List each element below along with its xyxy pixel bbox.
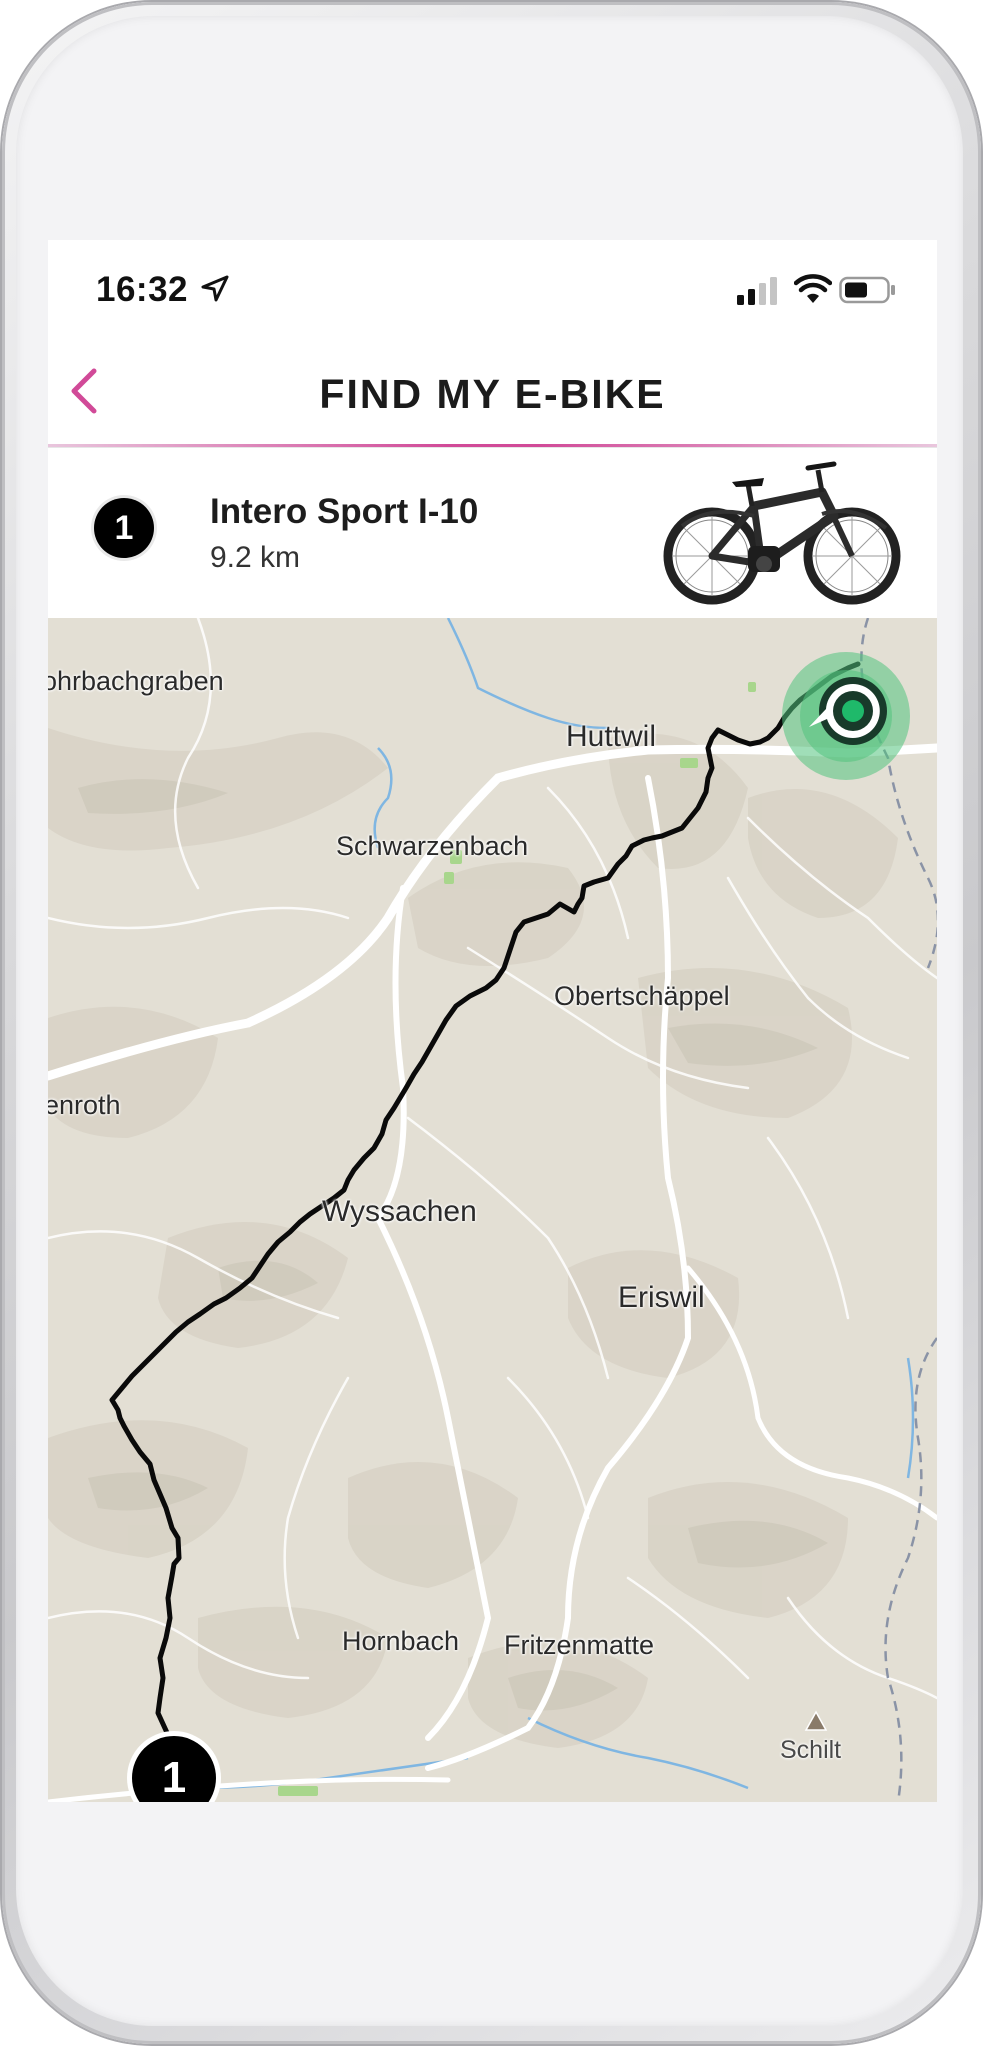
bike-card[interactable]: 1 Intero Sport I-10 9.2 km (48, 448, 937, 618)
place-label: Hornbach (342, 1626, 460, 1656)
status-time: 16:32 (96, 270, 189, 309)
place-label: Fritzenmatte (504, 1630, 655, 1660)
navigation-bar: FIND MY E-BIKE (48, 335, 937, 445)
place-label: Wyssachen (322, 1195, 477, 1228)
map-base (48, 618, 937, 1802)
app-screen: 16:32 FIND MY E-BIKE 1 Intero Sport I-10… (48, 240, 937, 1802)
status-bar: 16:32 (48, 240, 937, 335)
bike-distance: 9.2 km (210, 541, 301, 574)
page-title: FIND MY E-BIKE (319, 371, 666, 417)
place-label: Obertschäppel (554, 981, 730, 1011)
bottom-safe-area (48, 1802, 937, 1922)
e-bike-image (663, 461, 901, 605)
map-view[interactable]: ohrbachgraben Huttwil Schwarzenbach Ober… (48, 618, 937, 1802)
wifi-icon (794, 274, 832, 303)
current-position-marker[interactable] (781, 651, 911, 781)
place-label: Schwarzenbach (336, 831, 529, 861)
place-label: Eriswil (618, 1281, 705, 1314)
mountain-peak-icon (804, 1710, 828, 1731)
place-label: Huttwil (566, 720, 657, 753)
battery-icon (839, 276, 895, 304)
place-label: enroth (48, 1090, 121, 1120)
cellular-signal-icon (737, 277, 777, 305)
bike-name: Intero Sport I-10 (210, 492, 479, 531)
place-label: Schilt (780, 1736, 842, 1764)
location-arrow-icon (201, 275, 229, 302)
place-label: ohrbachgraben (48, 666, 224, 696)
bike-number-badge: 1 (94, 498, 154, 558)
